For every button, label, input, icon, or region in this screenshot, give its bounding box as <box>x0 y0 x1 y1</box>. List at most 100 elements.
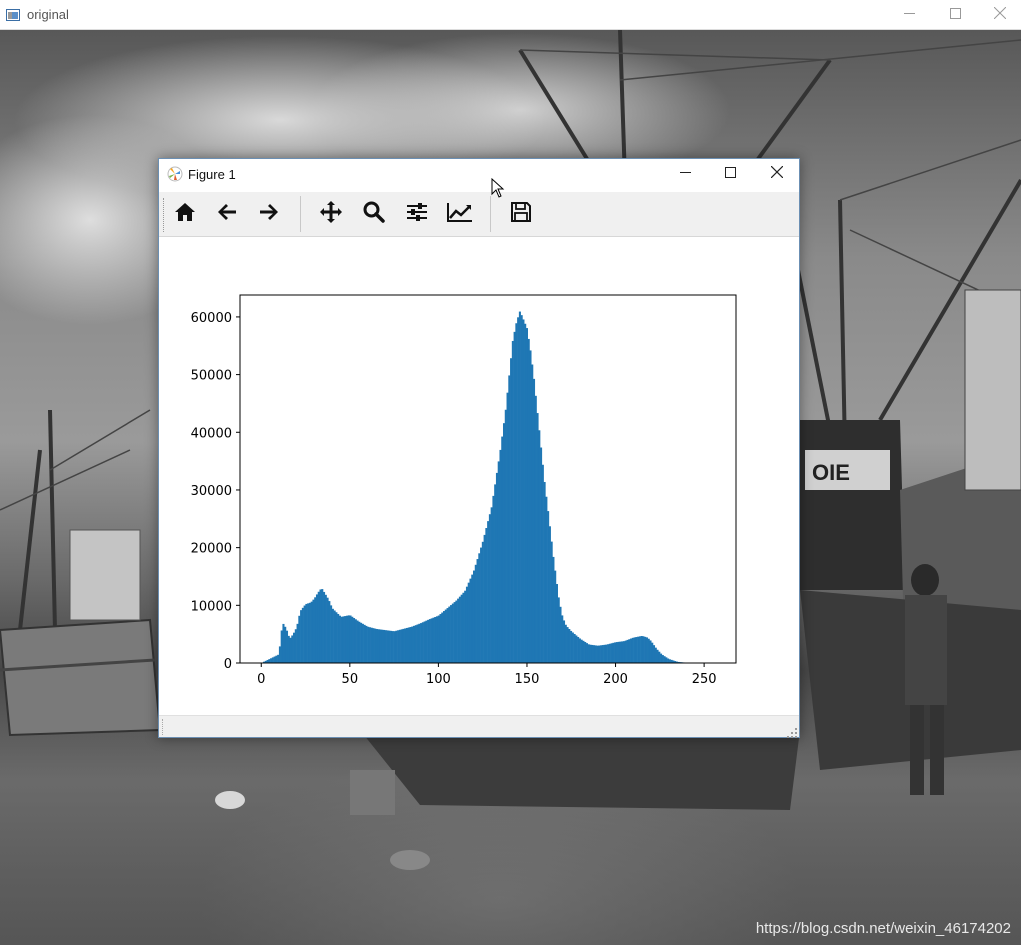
histogram-bar <box>430 618 433 663</box>
histogram-bar <box>450 605 453 663</box>
minimize-icon <box>903 6 915 24</box>
zoom-button[interactable] <box>356 196 392 232</box>
histogram-bar <box>476 559 479 663</box>
histogram-bar <box>277 654 280 663</box>
zoom-icon <box>363 201 385 228</box>
histogram-bar <box>437 615 440 663</box>
histogram-bar <box>291 635 294 663</box>
minimize-icon <box>680 165 691 183</box>
histogram-bar <box>337 613 340 663</box>
histogram-bar <box>472 570 476 663</box>
histogram-bar <box>340 616 343 663</box>
histogram-bar <box>585 643 588 663</box>
histogram-bar <box>407 627 410 663</box>
histogram-bar <box>582 640 585 663</box>
y-tick-label: 60000 <box>191 311 232 326</box>
histogram-bars <box>261 311 705 663</box>
histogram-bar <box>517 317 520 663</box>
histogram-bar <box>331 608 334 663</box>
histogram-bar <box>448 606 451 663</box>
histogram-bar <box>321 589 324 663</box>
histogram-bar <box>658 651 661 663</box>
histogram-bar <box>405 627 409 663</box>
histogram-bar <box>375 629 379 663</box>
pan-button[interactable] <box>313 196 349 232</box>
histogram-bar <box>561 615 564 663</box>
histogram-bar <box>289 637 292 663</box>
figure-maximize-button[interactable] <box>708 159 753 189</box>
toolbar-separator <box>490 196 491 232</box>
navigation-toolbar <box>159 192 799 237</box>
histogram-bar <box>379 629 382 663</box>
histogram-bar <box>293 632 296 663</box>
histogram-bar <box>315 594 319 663</box>
histogram-bar <box>471 574 474 663</box>
histogram-bar <box>372 628 375 663</box>
histogram-bar <box>589 644 592 663</box>
x-tick-label: 0 <box>257 672 265 687</box>
figure-minimize-button[interactable] <box>663 159 708 189</box>
figure-canvas[interactable]: 0 50 100 150 200 250 0 10000 20000 30000 40000 500… <box>159 237 799 715</box>
edit-axis-button[interactable] <box>442 196 478 232</box>
histogram-bar <box>423 621 426 663</box>
histogram-bar <box>555 584 558 663</box>
forward-button[interactable] <box>251 196 287 232</box>
histogram-bar <box>524 323 527 663</box>
histogram-bar <box>532 378 536 663</box>
maximize-icon <box>949 6 961 24</box>
histogram-bar <box>584 641 587 663</box>
histogram-bar <box>621 641 624 663</box>
histogram-bar <box>363 624 366 663</box>
close-button[interactable] <box>977 0 1021 30</box>
histogram-bar <box>596 645 599 663</box>
histogram-bar <box>508 375 511 663</box>
histogram-bar <box>386 630 389 663</box>
histogram-bar <box>354 619 357 663</box>
histogram-bar <box>603 644 606 663</box>
histogram-bar <box>404 628 407 663</box>
histogram-bar <box>328 601 331 663</box>
histogram-bar <box>573 633 576 663</box>
home-icon <box>174 202 196 227</box>
histogram-bar <box>282 623 285 663</box>
histogram-bar <box>668 659 671 663</box>
resize-grip-icon[interactable] <box>787 725 797 738</box>
histogram-bar <box>652 645 656 663</box>
histogram-bar <box>483 534 486 663</box>
histogram-bar <box>414 625 417 663</box>
histogram-bar <box>485 528 488 663</box>
histogram-bar <box>660 653 663 663</box>
histogram-bar <box>587 644 590 663</box>
minimize-button[interactable] <box>886 0 932 30</box>
histogram-plot: 0 50 100 150 200 250 0 10000 20000 30000 40000 500… <box>191 294 737 687</box>
histogram-bar <box>330 605 333 663</box>
back-button[interactable] <box>209 196 245 232</box>
histogram-bar <box>644 636 647 663</box>
histogram-bar <box>381 629 384 663</box>
histogram-bar <box>317 591 320 663</box>
histogram-bar <box>499 449 502 663</box>
histogram-bar <box>575 635 578 663</box>
histogram-bar <box>428 619 431 663</box>
home-button[interactable] <box>167 196 203 232</box>
histogram-bar <box>300 610 303 663</box>
configure-subplots-button[interactable] <box>399 196 435 232</box>
figure-window: Figure 1 0 50 100 150 200 250 0 10000 20… <box>158 158 800 738</box>
maximize-button[interactable] <box>932 0 978 30</box>
histogram-bar <box>427 619 430 663</box>
histogram-bar <box>638 636 641 663</box>
figure-titlebar[interactable]: Figure 1 <box>159 159 799 189</box>
histogram-bar <box>667 658 670 663</box>
back-arrow-icon <box>217 203 237 226</box>
histogram-bar <box>571 632 574 663</box>
histogram-bar <box>568 629 571 663</box>
histogram-bar <box>453 602 456 663</box>
figure-close-button[interactable] <box>754 159 799 189</box>
histogram-bar <box>642 636 645 663</box>
y-axis-ticks: 0 10000 20000 30000 40000 50000 60000 <box>191 311 240 672</box>
histogram-bar <box>600 645 603 663</box>
histogram-bar <box>411 626 414 663</box>
close-icon <box>993 6 1007 24</box>
save-button[interactable] <box>503 196 539 232</box>
y-tick-label: 10000 <box>191 599 232 614</box>
